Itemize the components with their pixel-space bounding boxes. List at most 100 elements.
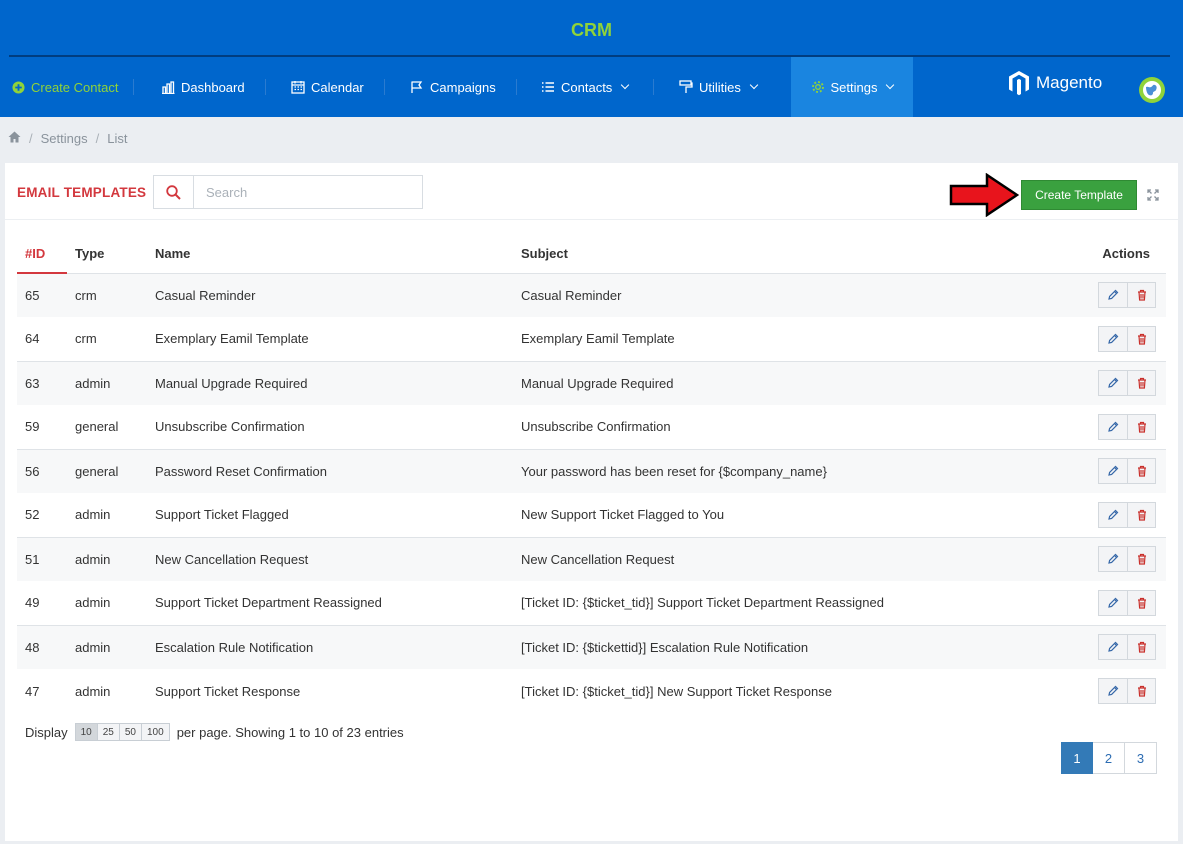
home-icon[interactable] (8, 131, 21, 146)
delete-button[interactable] (1127, 590, 1155, 615)
page-length-option[interactable]: 10 (75, 724, 97, 740)
nav-separator (516, 79, 517, 95)
nav-campaigns[interactable]: Campaigns (410, 57, 496, 117)
nav-contacts[interactable]: Contacts (541, 57, 630, 117)
page-length-option[interactable]: 100 (141, 724, 169, 740)
delete-button[interactable] (1127, 459, 1155, 484)
nav-create-contact[interactable]: Create Contact (11, 57, 118, 117)
trash-icon (1137, 509, 1146, 521)
table-header-row: #ID Type Name Subject Actions (17, 235, 1166, 274)
edit-button[interactable] (1099, 283, 1127, 307)
search-icon (166, 184, 181, 200)
cell-name: Casual Reminder (147, 273, 513, 317)
bar-chart-icon (161, 80, 175, 94)
nav-dashboard[interactable]: Dashboard (161, 57, 245, 117)
pencil-icon (1108, 421, 1119, 432)
cell-id: 59 (25, 419, 40, 435)
page-button[interactable]: 3 (1125, 742, 1157, 774)
globe-icon (1143, 81, 1161, 99)
cell-name: Support Ticket Flagged (155, 507, 289, 523)
table-row: 48 admin Escalation Rule Notification [Tick… (17, 624, 1166, 669)
cell-actions (1023, 493, 1166, 537)
chevron-down-icon (886, 80, 895, 90)
cell-id: 63 (17, 360, 67, 405)
cell-subject: [Ticket ID: {$ticket_tid}] New Support T… (521, 683, 832, 699)
list-icon (541, 80, 555, 94)
edit-button[interactable] (1099, 327, 1127, 351)
cell-subject: [Ticket ID: {$ticket_tid}] Support Ticke… (521, 595, 884, 611)
edit-button[interactable] (1099, 415, 1127, 439)
nav-utilities[interactable]: Utilities (679, 57, 759, 117)
magento-logo-icon (1009, 71, 1029, 96)
pencil-icon (1108, 465, 1119, 477)
edit-button[interactable] (1099, 591, 1127, 615)
edit-button[interactable] (1099, 503, 1127, 527)
column-header-name[interactable]: Name (147, 235, 513, 274)
cell-subject: [Ticket ID: {$tickettid}] Escalation Rul… (513, 624, 1023, 669)
edit-button[interactable] (1099, 635, 1127, 659)
row-actions (1098, 370, 1156, 397)
column-header-subject[interactable]: Subject (513, 235, 1023, 274)
nav-calendar[interactable]: Calendar (291, 57, 364, 117)
pencil-icon (1108, 509, 1119, 520)
page-length-option[interactable]: 25 (96, 724, 119, 740)
gear-icon (811, 80, 825, 94)
breadcrumb-settings[interactable]: Settings (41, 131, 88, 146)
table-row: 56 general Password Reset Confirmation Your… (17, 448, 1166, 493)
delete-button[interactable] (1127, 414, 1155, 439)
trash-icon (1137, 466, 1146, 477)
chevron-down-icon (621, 80, 630, 90)
cell-name: Unsubscribe Confirmation (155, 419, 305, 435)
delete-button[interactable] (1127, 283, 1155, 308)
cell-actions (1023, 624, 1166, 669)
delete-button[interactable] (1127, 547, 1155, 572)
cell-name: Support Ticket Department Reassigned (155, 595, 382, 611)
nav-separator (265, 79, 266, 95)
breadcrumb-separator: / (95, 131, 100, 146)
column-header-type[interactable]: Type (67, 235, 147, 274)
nav-utilities-label: Utilities (699, 79, 741, 95)
trash-icon (1137, 421, 1146, 433)
delete-button[interactable] (1127, 635, 1155, 660)
delete-button[interactable] (1127, 679, 1155, 703)
edit-button[interactable] (1099, 547, 1127, 571)
trash-icon (1137, 333, 1146, 345)
delete-button[interactable] (1127, 371, 1155, 396)
cell-id: 65 (17, 273, 67, 317)
column-header-actions: Actions (1023, 235, 1166, 274)
cell-id: 52 (25, 507, 40, 523)
cell-id: 49 (25, 595, 40, 611)
nav-settings[interactable]: Settings (791, 57, 913, 117)
table-row: 64 crm Exemplary Eamil Template Exemplary E… (17, 317, 1166, 361)
nav-calendar-label: Calendar (311, 79, 364, 95)
search-input[interactable] (194, 176, 422, 208)
cell-name: Support Ticket Response (155, 683, 301, 699)
nav-contacts-label: Contacts (561, 79, 613, 95)
search-button[interactable] (154, 176, 194, 208)
page-button[interactable]: 2 (1093, 742, 1125, 774)
cell-subject: Exemplary Eamil Template (521, 331, 675, 347)
pencil-icon (1108, 685, 1119, 696)
delete-button[interactable] (1127, 326, 1155, 351)
edit-button[interactable] (1099, 371, 1127, 395)
cell-actions (1023, 360, 1166, 405)
fullscreen-icon[interactable] (1147, 189, 1159, 201)
column-header-id[interactable]: #ID (17, 235, 67, 274)
row-actions (1098, 501, 1156, 528)
email-templates-panel: EMAIL TEMPLATES Create Template #ID Type… (5, 163, 1178, 841)
user-avatar[interactable] (1139, 77, 1165, 103)
table-footer: Display 10 25 50 100 per page. Showing 1 to… (25, 723, 404, 741)
page-length-selector: 10 25 50 100 (74, 723, 170, 741)
create-template-button[interactable]: Create Template (1021, 180, 1137, 210)
calendar-icon (291, 80, 305, 94)
top-navbar: CRM Create Contact Dashboard Calendar Ca… (0, 0, 1183, 117)
trash-icon (1137, 378, 1146, 389)
delete-button[interactable] (1127, 502, 1155, 527)
breadcrumb: / Settings / List (8, 131, 127, 146)
chevron-down-icon (749, 80, 759, 90)
page-button[interactable]: 1 (1061, 742, 1093, 774)
red-arrow-annotation (949, 173, 1019, 217)
page-length-option[interactable]: 50 (118, 724, 141, 740)
edit-button[interactable] (1099, 459, 1127, 483)
edit-button[interactable] (1099, 679, 1127, 703)
